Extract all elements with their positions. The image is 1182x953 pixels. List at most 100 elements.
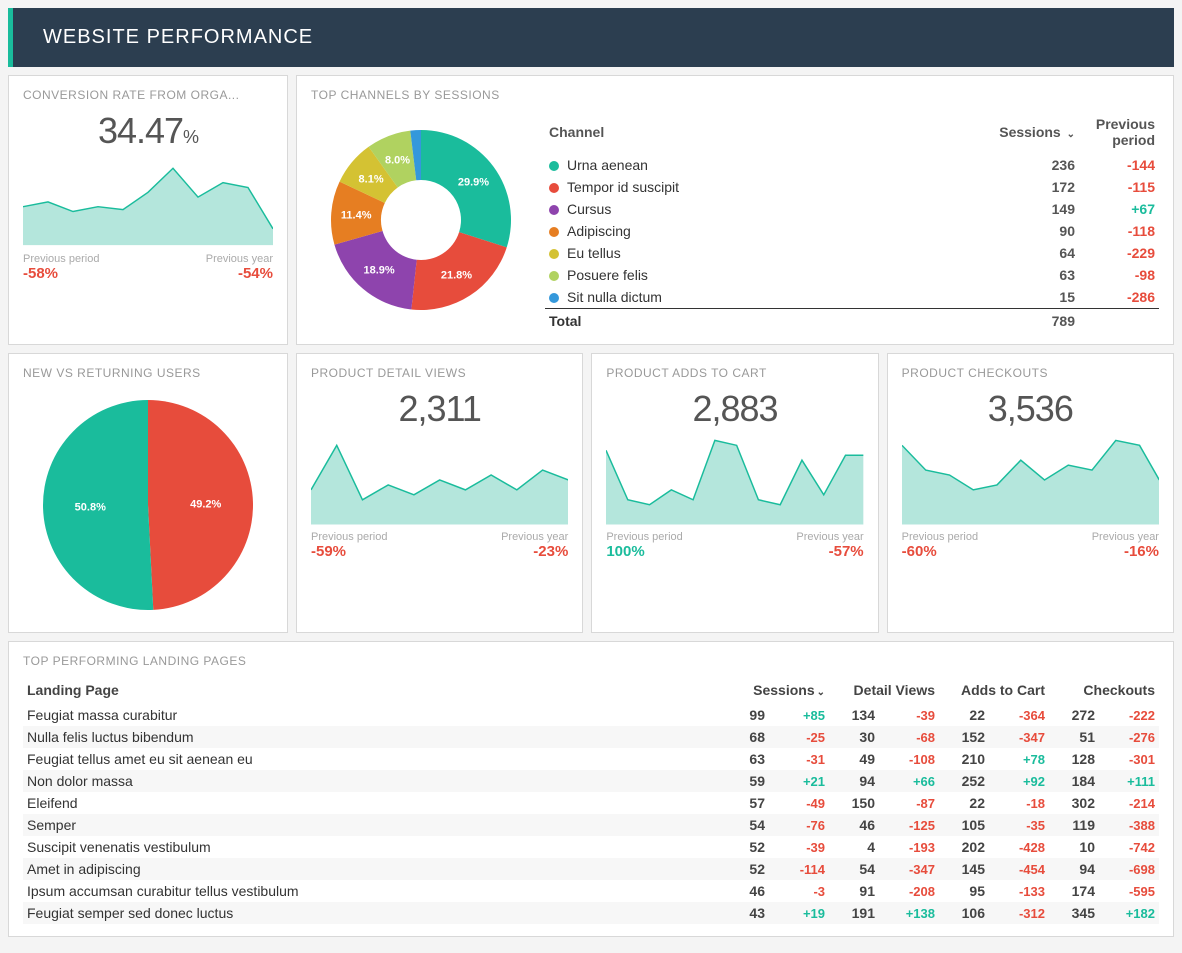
sessions-cell: 52 bbox=[719, 858, 769, 880]
donut-slice-label: 21.8% bbox=[441, 269, 472, 281]
pie-slice-label: 50.8% bbox=[75, 501, 106, 513]
col-detail-views[interactable]: Detail Views bbox=[829, 676, 939, 704]
sessions-cell: 63 bbox=[877, 264, 1079, 286]
table-row: Feugiat tellus amet eu sit aenean eu63-3… bbox=[23, 748, 1159, 770]
donut-chart-channels: 29.9%21.8%18.9%11.4%8.1%8.0% bbox=[311, 110, 531, 330]
prev-year-label: Previous year bbox=[796, 531, 863, 543]
delta-cell: -115 bbox=[1079, 176, 1159, 198]
legend-dot bbox=[549, 249, 559, 259]
adds-cell: 152 bbox=[939, 726, 989, 748]
sessions-cell: 99 bbox=[719, 704, 769, 726]
adds-cell: 95 bbox=[939, 880, 989, 902]
table-row: Sit nulla dictum15-286 bbox=[545, 286, 1159, 309]
delta-cell: +67 bbox=[1079, 198, 1159, 220]
checkouts-cell: 51 bbox=[1049, 726, 1099, 748]
sessions-delta: -76 bbox=[769, 814, 829, 836]
card-conversion-rate: CONVERSION RATE FROM ORGA... 34.47% Prev… bbox=[8, 75, 288, 345]
table-row: Tempor id suscipit172-115 bbox=[545, 176, 1159, 198]
adds-delta: -133 bbox=[989, 880, 1049, 902]
pie-slice-label: 49.2% bbox=[190, 499, 221, 511]
detail-delta: -68 bbox=[879, 726, 939, 748]
detail-cell: 30 bbox=[829, 726, 879, 748]
prev-period-val: -59% bbox=[311, 543, 387, 560]
col-channel[interactable]: Channel bbox=[545, 110, 877, 154]
sessions-cell: 63 bbox=[719, 748, 769, 770]
legend-dot bbox=[549, 293, 559, 303]
col-sessions[interactable]: Sessions ⌄ bbox=[877, 110, 1079, 154]
detail-delta: -347 bbox=[879, 858, 939, 880]
chevron-down-icon: ⌄ bbox=[817, 687, 825, 698]
channel-cell: Urna aenean bbox=[545, 154, 877, 176]
checkouts-cell: 128 bbox=[1049, 748, 1099, 770]
adds-delta: -364 bbox=[989, 704, 1049, 726]
card-top-landing-pages: TOP PERFORMING LANDING PAGES Landing Pag… bbox=[8, 641, 1174, 937]
sessions-cell: 52 bbox=[719, 836, 769, 858]
prev-year-val: -16% bbox=[1092, 543, 1159, 560]
checkouts-delta: -214 bbox=[1099, 792, 1159, 814]
checkouts-cell: 302 bbox=[1049, 792, 1099, 814]
detail-cell: 150 bbox=[829, 792, 879, 814]
delta-cell: -118 bbox=[1079, 220, 1159, 242]
donut-slice[interactable] bbox=[421, 130, 511, 247]
sessions-delta: +21 bbox=[769, 770, 829, 792]
detail-delta: +138 bbox=[879, 902, 939, 924]
detail-cell: 191 bbox=[829, 902, 879, 924]
channels-table: Channel Sessions ⌄ Previous period Urna … bbox=[545, 110, 1159, 332]
detail-delta: -125 bbox=[879, 814, 939, 836]
table-row: Feugiat massa curabitur99+85134-3922-364… bbox=[23, 704, 1159, 726]
detail-delta: -39 bbox=[879, 704, 939, 726]
table-row: Eu tellus64-229 bbox=[545, 242, 1159, 264]
checkouts-cell: 94 bbox=[1049, 858, 1099, 880]
detail-delta: +66 bbox=[879, 770, 939, 792]
sessions-delta: -39 bbox=[769, 836, 829, 858]
sessions-cell: 90 bbox=[877, 220, 1079, 242]
checkouts-delta: -698 bbox=[1099, 858, 1159, 880]
prev-period-label: Previous period bbox=[23, 253, 99, 265]
conversion-number: 34.47 bbox=[98, 110, 183, 151]
donut-slice-label: 18.9% bbox=[363, 265, 394, 277]
col-landing-page[interactable]: Landing Page bbox=[23, 676, 719, 704]
page-title: WEBSITE PERFORMANCE bbox=[43, 26, 313, 48]
legend-dot bbox=[549, 161, 559, 171]
total-label: Total bbox=[545, 309, 877, 333]
col-prev-period[interactable]: Previous period bbox=[1079, 110, 1159, 154]
donut-slice-label: 29.9% bbox=[458, 177, 489, 189]
sparkline-detail-views bbox=[311, 430, 568, 525]
checkouts-delta: -301 bbox=[1099, 748, 1159, 770]
prev-year-val: -23% bbox=[501, 543, 568, 560]
sessions-delta: -31 bbox=[769, 748, 829, 770]
prev-year-val: -54% bbox=[206, 265, 273, 282]
detail-cell: 49 bbox=[829, 748, 879, 770]
channel-cell: Adipiscing bbox=[545, 220, 877, 242]
card-top-channels: TOP CHANNELS BY SESSIONS 29.9%21.8%18.9%… bbox=[296, 75, 1174, 345]
landing-page-cell: Feugiat tellus amet eu sit aenean eu bbox=[23, 748, 719, 770]
checkouts-delta: +111 bbox=[1099, 770, 1159, 792]
metric-value: 2,883 bbox=[606, 388, 863, 430]
adds-delta: -312 bbox=[989, 902, 1049, 924]
sessions-cell: 15 bbox=[877, 286, 1079, 309]
card-product-adds-to-cart: PRODUCT ADDS TO CART 2,883 Previous peri… bbox=[591, 353, 878, 633]
detail-cell: 54 bbox=[829, 858, 879, 880]
pie-chart-users: 49.2% 50.8% bbox=[33, 390, 263, 620]
legend-dot bbox=[549, 227, 559, 237]
checkouts-cell: 10 bbox=[1049, 836, 1099, 858]
col-adds-to-cart[interactable]: Adds to Cart bbox=[939, 676, 1049, 704]
landing-page-cell: Amet in adipiscing bbox=[23, 858, 719, 880]
checkouts-delta: +182 bbox=[1099, 902, 1159, 924]
landing-page-cell: Non dolor massa bbox=[23, 770, 719, 792]
checkouts-delta: -742 bbox=[1099, 836, 1159, 858]
table-row: Suscipit venenatis vestibulum52-394-1932… bbox=[23, 836, 1159, 858]
col-sessions[interactable]: Sessions⌄ bbox=[719, 676, 829, 704]
landing-page-cell: Ipsum accumsan curabitur tellus vestibul… bbox=[23, 880, 719, 902]
checkouts-cell: 272 bbox=[1049, 704, 1099, 726]
table-row: Cursus149+67 bbox=[545, 198, 1159, 220]
col-checkouts[interactable]: Checkouts bbox=[1049, 676, 1159, 704]
adds-cell: 202 bbox=[939, 836, 989, 858]
checkouts-delta: -595 bbox=[1099, 880, 1159, 902]
channel-cell: Sit nulla dictum bbox=[545, 286, 877, 309]
delta-cell: -144 bbox=[1079, 154, 1159, 176]
page-header: WEBSITE PERFORMANCE bbox=[8, 8, 1174, 67]
sessions-delta: -25 bbox=[769, 726, 829, 748]
adds-cell: 22 bbox=[939, 792, 989, 814]
detail-cell: 134 bbox=[829, 704, 879, 726]
